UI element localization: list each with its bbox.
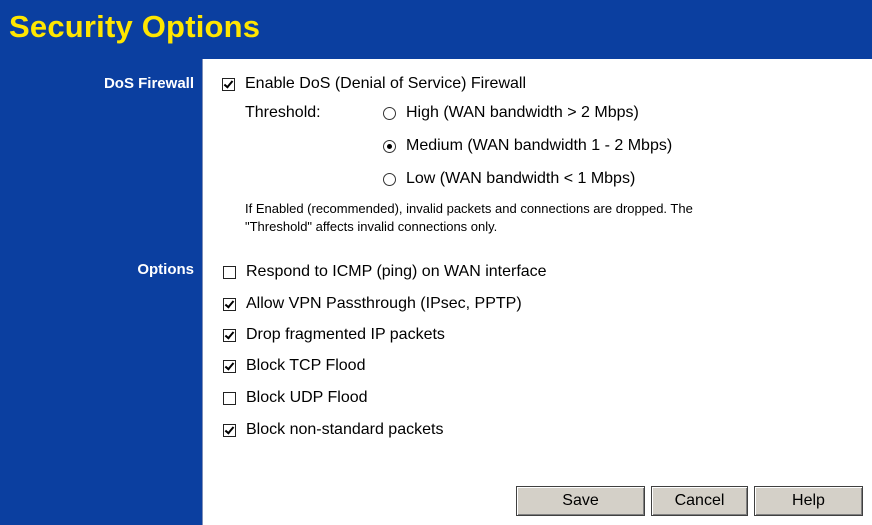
page-title: Security Options [9,9,261,44]
option-icmp-row[interactable]: Respond to ICMP (ping) on WAN interface [223,263,547,281]
option-icmp-label: Respond to ICMP (ping) on WAN interface [246,263,547,280]
threshold-medium-radio[interactable] [383,139,396,153]
option-icmp-checkbox[interactable] [223,265,236,279]
option-tcp-flood-label: Block TCP Flood [246,357,366,374]
option-udp-flood-row[interactable]: Block UDP Flood [223,389,368,407]
option-tcp-flood-row[interactable]: Block TCP Flood [223,357,365,375]
option-vpn-label: Allow VPN Passthrough (IPsec, PPTP) [246,295,522,312]
section-label-options: Options [137,261,194,278]
option-fragment-label: Drop fragmented IP packets [246,326,445,343]
option-tcp-flood-checkbox[interactable] [223,359,236,373]
cancel-button[interactable]: Cancel [651,486,748,516]
threshold-low-label: Low (WAN bandwidth < 1 Mbps) [406,170,636,187]
dos-help-note: If Enabled (recommended), invalid packet… [245,200,845,236]
dos-help-note-line1: If Enabled (recommended), invalid packet… [245,201,693,216]
save-button[interactable]: Save [516,486,645,516]
threshold-low-option[interactable]: Low (WAN bandwidth < 1 Mbps) [383,170,635,188]
threshold-medium-label: Medium (WAN bandwidth 1 - 2 Mbps) [406,137,673,154]
option-nonstandard-checkbox[interactable] [223,423,236,437]
option-fragment-checkbox[interactable] [223,328,236,342]
dos-enable-checkbox[interactable] [222,77,235,91]
option-vpn-row[interactable]: Allow VPN Passthrough (IPsec, PPTP) [223,295,522,313]
sidebar [0,59,202,525]
option-nonstandard-label: Block non-standard packets [246,421,444,438]
option-fragment-row[interactable]: Drop fragmented IP packets [223,326,445,344]
threshold-low-radio[interactable] [383,172,396,186]
threshold-high-radio[interactable] [383,106,396,120]
title-bar: Security Options [0,0,872,59]
dos-enable-label: Enable DoS (Denial of Service) Firewall [245,75,526,92]
help-button[interactable]: Help [754,486,863,516]
option-udp-flood-checkbox[interactable] [223,391,236,405]
dos-help-note-line2: "Threshold" affects invalid connections … [245,219,498,234]
threshold-high-label: High (WAN bandwidth > 2 Mbps) [406,104,639,121]
dos-enable-row[interactable]: Enable DoS (Denial of Service) Firewall [222,75,526,93]
threshold-label: Threshold: [245,104,321,121]
threshold-medium-option[interactable]: Medium (WAN bandwidth 1 - 2 Mbps) [383,137,672,155]
option-vpn-checkbox[interactable] [223,297,236,311]
section-label-dos-firewall: DoS Firewall [103,75,194,92]
option-nonstandard-row[interactable]: Block non-standard packets [223,421,443,439]
threshold-high-option[interactable]: High (WAN bandwidth > 2 Mbps) [383,104,639,122]
content-panel [203,59,872,525]
option-udp-flood-label: Block UDP Flood [246,389,368,406]
